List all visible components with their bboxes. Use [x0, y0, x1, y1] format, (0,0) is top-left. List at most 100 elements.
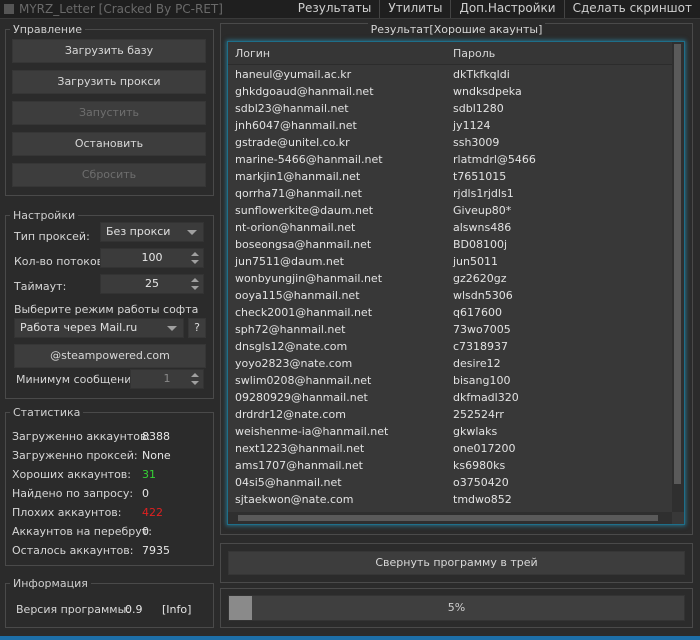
login-cell: marine-5466@hanmail.net	[235, 153, 383, 166]
table-row[interactable]: markjin1@hanmail.net t7651015	[228, 168, 672, 185]
app-icon	[4, 4, 14, 14]
version-label: Версия программы:	[16, 603, 131, 616]
password-cell: Giveup80*	[453, 204, 512, 217]
stepper-down-icon[interactable]	[191, 381, 199, 385]
menu-results[interactable]: Результаты	[290, 0, 380, 18]
table-row[interactable]: sjtaekwon@nate.com tmdwo852	[228, 491, 672, 508]
stat-good-accounts: 31	[142, 468, 156, 481]
stepper-up-icon[interactable]	[191, 278, 199, 282]
password-cell: wlsdn5306	[453, 289, 513, 302]
password-cell: BD08100j	[453, 238, 508, 251]
table-row[interactable]: jun7511@daum.net jun5011	[228, 253, 672, 270]
password-cell: jy1124	[453, 119, 491, 132]
min-messages-label: Минимум сообщений:	[16, 373, 143, 386]
login-cell: weishenme-ia@hanmail.net	[235, 425, 389, 438]
table-row[interactable]: 04si5@hanmail.net o3750420	[228, 474, 672, 491]
table-row[interactable]: nt-orion@hanmail.net alswns486	[228, 219, 672, 236]
help-button[interactable]: ?	[188, 318, 206, 338]
table-row[interactable]: yoyo2823@nate.com desire12	[228, 355, 672, 372]
table-row[interactable]: sdbl23@hanmail.net sdbl1280	[228, 100, 672, 117]
table-row[interactable]: haneul@yumail.ac.kr dkTkfkqldi	[228, 66, 672, 83]
info-link[interactable]: [Info]	[162, 603, 191, 616]
password-cell: desire12	[453, 357, 501, 370]
table-row[interactable]: drdrdr12@nate.com 252524rr	[228, 406, 672, 423]
menu-utilities[interactable]: Утилиты	[379, 0, 450, 18]
stat-bad-accounts: 422	[142, 506, 163, 519]
reset-button[interactable]: Сбросить	[12, 163, 206, 187]
min-messages-stepper[interactable]: 1	[130, 369, 204, 389]
domain-button[interactable]: @steampowered.com	[14, 344, 206, 368]
table-row[interactable]: ooya115@hanmail.net wlsdn5306	[228, 287, 672, 304]
minimize-to-tray-button[interactable]: Свернуть программу в трей	[228, 551, 685, 575]
load-base-button[interactable]: Загрузить базу	[12, 39, 206, 63]
password-cell: wndksdpeka	[453, 85, 522, 98]
table-row[interactable]: wonbyungjin@hanmail.net gz2620gz	[228, 270, 672, 287]
min-messages-value: 1	[163, 372, 171, 385]
table-row[interactable]: gstrade@unitel.co.kr ssh3009	[228, 134, 672, 151]
table-row[interactable]: sunflowerkite@daum.net Giveup80*	[228, 202, 672, 219]
table-row[interactable]: dnsgls12@nate.com c7318937	[228, 338, 672, 355]
login-cell: sph72@hanmail.net	[235, 323, 346, 336]
menu-screenshot[interactable]: Сделать скриншот	[563, 0, 700, 18]
password-cell: sdbl1280	[453, 102, 504, 115]
mode-label: Выберите режим работы софта	[14, 303, 199, 316]
login-cell: markjin1@hanmail.net	[235, 170, 361, 183]
window-border	[0, 636, 700, 640]
login-cell: swlim0208@hanmail.net	[235, 374, 372, 387]
results-title: Результат[Хорошие акаунты]	[221, 23, 692, 36]
timeout-stepper[interactable]: 25	[100, 274, 204, 294]
stat-label: Хороших аккаунтов:	[12, 468, 131, 481]
stepper-up-icon[interactable]	[191, 373, 199, 377]
load-proxy-button[interactable]: Загрузить прокси	[12, 70, 206, 94]
stepper-down-icon[interactable]	[191, 260, 199, 264]
scroll-thumb[interactable]	[238, 515, 658, 521]
proxy-type-select[interactable]: Без прокси	[100, 222, 204, 242]
chevron-down-icon	[187, 230, 197, 235]
info-group-title: Информация	[13, 577, 88, 590]
table-row[interactable]: boseongsa@hanmail.net BD08100j	[228, 236, 672, 253]
vertical-scrollbar[interactable]	[672, 42, 684, 512]
start-button[interactable]: Запустить	[12, 101, 206, 125]
threads-stepper[interactable]: 100	[100, 248, 204, 268]
results-table[interactable]: Логин Пароль haneul@yumail.ac.kr dkTkfkql…	[227, 41, 685, 525]
column-login[interactable]: Логин	[235, 47, 270, 60]
table-row[interactable]: sph72@hanmail.net 73wo7005	[228, 321, 672, 338]
password-cell: ks6980ks	[453, 459, 506, 472]
table-row[interactable]: 09280929@hanmail.net dkfmadl320	[228, 389, 672, 406]
menu-extra-settings[interactable]: Доп.Настройки	[450, 0, 563, 18]
password-cell: t7651015	[453, 170, 507, 183]
stepper-up-icon[interactable]	[191, 252, 199, 256]
table-row[interactable]: jnh6047@hanmail.net jy1124	[228, 117, 672, 134]
login-cell: 04si5@hanmail.net	[235, 476, 342, 489]
login-cell: qorrha71@hanmail.net	[235, 187, 362, 200]
login-cell: ams1707@hanmail.net	[235, 459, 363, 472]
password-cell: ssh3009	[453, 136, 500, 149]
password-cell: jun5011	[453, 255, 498, 268]
threads-value: 100	[141, 251, 163, 264]
stat-label: Найдено по запросу:	[12, 487, 134, 500]
stat-label: Загруженно аккаунтов:	[12, 430, 151, 443]
stat-loaded-accounts: 8388	[142, 430, 170, 443]
password-cell: gkwlaks	[453, 425, 498, 438]
table-row[interactable]: marine-5466@hanmail.net rlatmdrl@5466	[228, 151, 672, 168]
window-title: MYRZ_Letter [Cracked By PC-RET]	[4, 2, 223, 16]
table-row[interactable]: swlim0208@hanmail.net bisang100	[228, 372, 672, 389]
password-cell: rlatmdrl@5466	[453, 153, 536, 166]
table-row[interactable]: ams1707@hanmail.net ks6980ks	[228, 457, 672, 474]
table-row[interactable]: qorrha71@hanmail.net rjdls1rjdls1	[228, 185, 672, 202]
table-row[interactable]: ghkdgoaud@hanmail.net wndksdpeka	[228, 83, 672, 100]
stepper-down-icon[interactable]	[191, 286, 199, 290]
horizontal-scrollbar[interactable]	[228, 512, 672, 524]
table-row[interactable]: weishenme-ia@hanmail.net gkwlaks	[228, 423, 672, 440]
login-cell: nt-orion@hanmail.net	[235, 221, 356, 234]
proxy-type-value: Без прокси	[106, 225, 171, 238]
column-password[interactable]: Пароль	[453, 47, 495, 60]
mode-select[interactable]: Работа через Mail.ru	[14, 318, 184, 338]
table-row[interactable]: next1223@hanmail.net one017200	[228, 440, 672, 457]
window-title-text: MYRZ_Letter [Cracked By PC-RET]	[19, 2, 223, 16]
login-cell: drdrdr12@nate.com	[235, 408, 346, 421]
scroll-thumb[interactable]	[674, 44, 681, 484]
stat-label: Плохих аккаунтов:	[12, 506, 122, 519]
stop-button[interactable]: Остановить	[12, 132, 206, 156]
table-row[interactable]: check2001@hanmail.net q617600	[228, 304, 672, 321]
